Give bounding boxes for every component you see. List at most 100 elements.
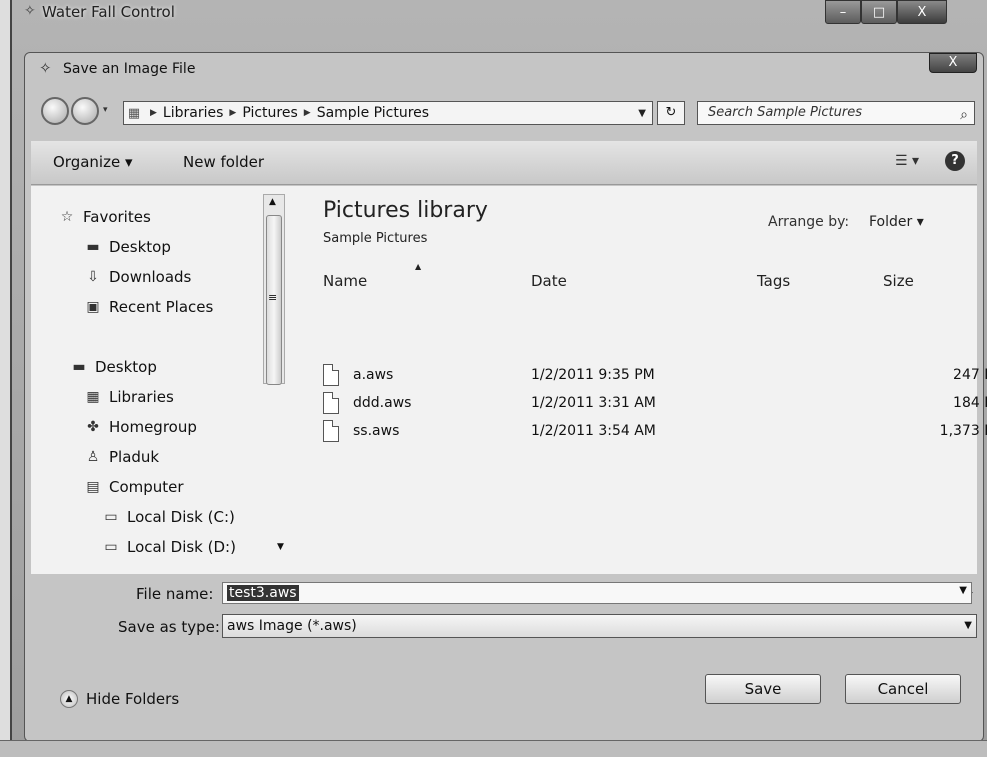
- hide-folders-label: Hide Folders: [86, 690, 180, 708]
- scroll-down-arrow-icon[interactable]: ▼: [277, 542, 284, 552]
- new-folder-button[interactable]: New folder: [183, 153, 264, 171]
- save-as-type-value: aws Image (*.aws): [227, 618, 357, 634]
- file-row[interactable]: ss.aws 1/2/2011 3:54 AM 1,373 KB: [323, 420, 987, 446]
- breadcrumb-libraries[interactable]: Libraries: [163, 105, 223, 121]
- chevron-right-icon[interactable]: ▶: [229, 108, 236, 118]
- cancel-button[interactable]: Cancel: [845, 674, 961, 704]
- user-folder-icon: ♙: [86, 449, 100, 465]
- screen: ✧ Water Fall Control – □ X ✧ Save an Ima…: [0, 0, 987, 757]
- file-name: ddd.aws: [353, 395, 412, 411]
- file-icon: [323, 364, 339, 386]
- nav-desktop[interactable]: ▬ Desktop: [69, 358, 157, 376]
- nav-pladuk[interactable]: ♙ Pladuk: [83, 448, 159, 466]
- breadcrumb-pictures[interactable]: Pictures: [242, 105, 297, 121]
- chevron-down-icon[interactable]: ▼: [959, 585, 967, 596]
- window-controls: – □ X: [825, 0, 947, 24]
- disk-icon: ▭: [104, 539, 118, 555]
- file-size: 184 KB: [953, 395, 987, 411]
- star-icon: ☆: [60, 209, 74, 225]
- help-icon[interactable]: ?: [945, 151, 965, 171]
- nav-local-disk-d[interactable]: ▭ Local Disk (D:): [101, 538, 236, 556]
- chevron-up-icon: ▲: [60, 690, 78, 708]
- dialog-app-icon: ✧: [39, 59, 52, 77]
- search-placeholder: Search Sample Pictures: [708, 105, 863, 120]
- nav-computer-label: Computer: [109, 478, 184, 496]
- nav-recent-places[interactable]: ▣ Recent Places: [83, 298, 213, 316]
- library-title: Pictures library: [323, 198, 488, 223]
- nav-computer[interactable]: ▤ Computer: [83, 478, 184, 496]
- scroll-up-arrow-icon[interactable]: ▲: [269, 197, 276, 207]
- close-button[interactable]: X: [897, 0, 947, 24]
- column-header-size[interactable]: Size: [883, 272, 914, 290]
- file-size: 1,373 KB: [939, 423, 987, 439]
- nav-desktop-label: Desktop: [95, 358, 157, 376]
- minimize-button[interactable]: –: [825, 0, 861, 24]
- file-name-field[interactable]: test3.aws ▼: [222, 582, 972, 604]
- chevron-right-icon[interactable]: ▶: [150, 108, 157, 118]
- window-bottom-edge: [0, 740, 987, 757]
- sort-ascending-icon: ▲: [415, 262, 422, 271]
- content-area: ☆ Favorites ▬ Desktop ⇩ Downloads ▣ Rece…: [31, 186, 987, 604]
- nav-favorites[interactable]: ☆ Favorites: [57, 208, 151, 226]
- breadcrumb-sample-pictures[interactable]: Sample Pictures: [317, 105, 429, 121]
- file-row[interactable]: ddd.aws 1/2/2011 3:31 AM 184 KB: [323, 392, 987, 418]
- desktop-icon: ▬: [86, 239, 100, 255]
- maximize-button[interactable]: □: [861, 0, 897, 24]
- arrange-by-dropdown[interactable]: Folder ▾: [869, 214, 924, 230]
- refresh-button[interactable]: ↻: [657, 101, 685, 125]
- library-subtitle: Sample Pictures: [323, 231, 428, 246]
- nav-favorites-label: Favorites: [83, 208, 151, 226]
- save-as-type-select[interactable]: aws Image (*.aws) ▼: [222, 614, 977, 638]
- column-header-date[interactable]: Date: [531, 272, 567, 290]
- scroll-grip-icon: ≡: [268, 291, 278, 304]
- column-header-name[interactable]: Name: [323, 272, 367, 290]
- recent-pages-dropdown[interactable]: ▾: [103, 105, 108, 115]
- file-date: 1/2/2011 9:35 PM: [531, 367, 655, 383]
- downloads-icon: ⇩: [87, 269, 99, 285]
- nav-homegroup[interactable]: ✤ Homegroup: [83, 418, 197, 436]
- file-date: 1/2/2011 3:54 AM: [531, 423, 656, 439]
- organize-button[interactable]: Organize ▾: [53, 153, 133, 171]
- address-dropdown-icon[interactable]: ▼: [638, 108, 646, 119]
- chevron-right-icon[interactable]: ▶: [304, 108, 311, 118]
- search-input[interactable]: Search Sample Pictures ⌕: [697, 101, 975, 125]
- parent-window-title: Water Fall Control: [42, 3, 175, 21]
- search-icon[interactable]: ⌕: [960, 104, 968, 126]
- hide-folders-toggle[interactable]: ▲ Hide Folders: [60, 690, 179, 708]
- nav-homegroup-label: Homegroup: [109, 418, 197, 436]
- nav-vertical-scrollbar[interactable]: ▲ ≡: [263, 194, 285, 385]
- command-toolbar: Organize ▾ New folder ☰ ▾ ?: [31, 141, 977, 185]
- dialog-close-button[interactable]: X: [929, 53, 977, 73]
- file-name-value: test3.aws: [227, 585, 299, 601]
- nav-recent-places-label: Recent Places: [109, 298, 214, 316]
- save-button[interactable]: Save: [705, 674, 821, 704]
- nav-local-disk-c-label: Local Disk (C:): [127, 508, 235, 526]
- nav-downloads[interactable]: ⇩ Downloads: [83, 268, 191, 286]
- file-row[interactable]: a.aws 1/2/2011 9:35 PM 247 KB: [323, 364, 987, 390]
- back-button[interactable]: [41, 97, 69, 125]
- nav-downloads-label: Downloads: [109, 268, 192, 286]
- file-date: 1/2/2011 3:31 AM: [531, 395, 656, 411]
- column-header-tags[interactable]: Tags: [757, 272, 790, 290]
- desktop-icon: ▬: [72, 359, 86, 375]
- disk-icon: ▭: [104, 509, 118, 525]
- file-name: a.aws: [353, 367, 394, 383]
- app-icon: ✧: [24, 3, 36, 19]
- nav-desktop-favorite[interactable]: ▬ Desktop: [83, 238, 171, 256]
- navigation-pane: ☆ Favorites ▬ Desktop ⇩ Downloads ▣ Rece…: [31, 186, 296, 574]
- save-as-type-label: Save as type:: [118, 618, 220, 636]
- file-icon: [323, 392, 339, 414]
- arrange-by-label: Arrange by:: [768, 214, 850, 230]
- file-icon: [323, 420, 339, 442]
- computer-icon: ▤: [86, 479, 100, 495]
- view-options-button[interactable]: ☰ ▾: [895, 153, 919, 169]
- address-bar[interactable]: ▦ ▶ Libraries ▶ Pictures ▶ Sample Pictur…: [123, 101, 653, 125]
- nav-local-disk-c[interactable]: ▭ Local Disk (C:): [101, 508, 235, 526]
- forward-button[interactable]: [71, 97, 99, 125]
- recent-places-icon: ▣: [86, 299, 100, 315]
- libraries-icon: ▦: [86, 389, 100, 405]
- homegroup-icon: ✤: [87, 419, 99, 435]
- nav-libraries[interactable]: ▦ Libraries: [83, 388, 173, 406]
- nav-pladuk-label: Pladuk: [109, 448, 160, 466]
- chevron-down-icon[interactable]: ▼: [964, 615, 972, 637]
